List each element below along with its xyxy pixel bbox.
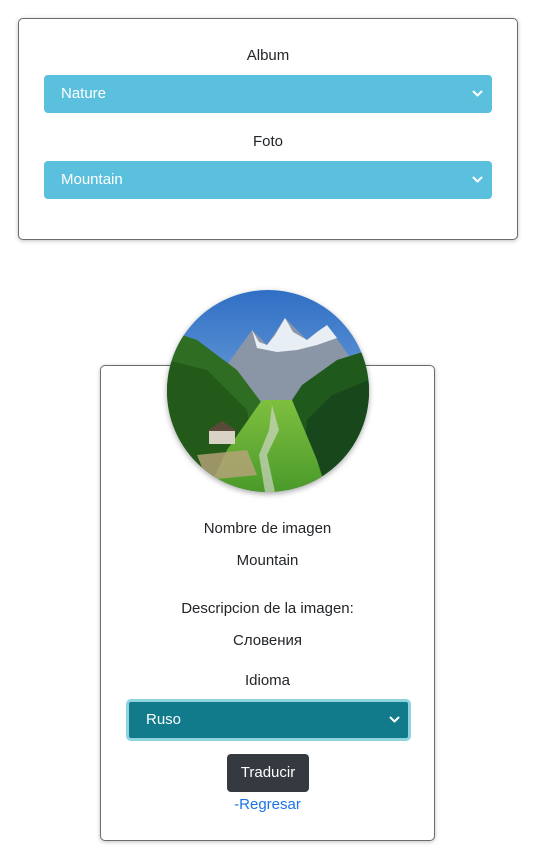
- chevron-down-icon: [471, 75, 483, 113]
- translate-button[interactable]: Traducir: [227, 754, 309, 792]
- language-select-value: Ruso: [146, 711, 182, 728]
- album-label: Album: [246, 47, 290, 64]
- chevron-down-icon: [471, 161, 483, 199]
- photo-select-value: Mountain: [61, 171, 123, 188]
- album-select[interactable]: Nature: [44, 75, 492, 113]
- language-select[interactable]: Ruso: [126, 699, 411, 741]
- back-link[interactable]: -Regresar: [101, 796, 434, 813]
- image-name-label: Nombre de imagen: [203, 520, 332, 537]
- image-name-value: Mountain: [236, 552, 299, 569]
- mountain-valley-photo: [167, 290, 369, 492]
- photo-select[interactable]: Mountain: [44, 161, 492, 199]
- album-select-value: Nature: [61, 85, 107, 102]
- language-label: Idioma: [244, 672, 291, 689]
- selector-card: Album Nature Foto Mountain: [18, 18, 518, 240]
- chevron-down-icon: [388, 702, 400, 738]
- photo-label: Foto: [252, 133, 283, 150]
- image-description-label: Descripcion de la imagen:: [181, 600, 354, 617]
- image-description-value: Словения: [232, 632, 303, 649]
